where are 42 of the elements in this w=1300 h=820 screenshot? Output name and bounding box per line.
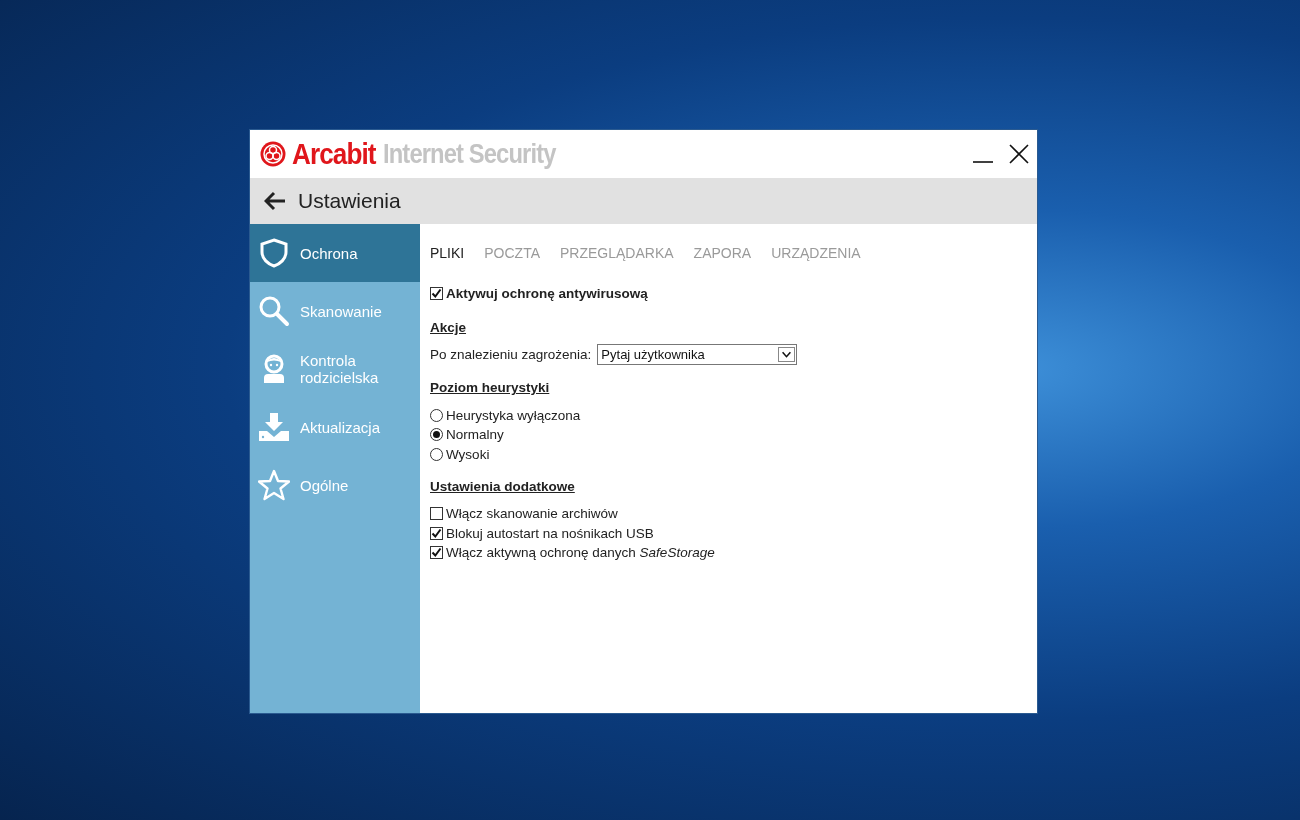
shield-icon [258,237,290,269]
tab[interactable]: PLIKI [430,245,465,261]
tab[interactable]: URZĄDZENIA [771,245,861,261]
star-icon [258,469,290,501]
section-heading: Akcje [430,319,468,337]
checkbox-label: Włącz aktywną ochronę danych SafeStorage [446,545,715,561]
sidebar-item[interactable]: Ochrona [250,224,420,282]
radio-button[interactable] [430,428,443,442]
tab[interactable]: ZAPORA [693,245,752,261]
checkbox-label: Aktywuj ochronę antywirusową [446,286,648,302]
sidebar-item[interactable]: Skanowanie [250,282,420,340]
sidebar-item[interactable]: Kontrola rodzicielska [250,340,420,398]
radio-label: Heurystyka wyłączona [446,407,581,423]
radio-button[interactable] [430,447,443,461]
biohazard-icon [260,141,286,167]
checkbox-label: Blokuj autostart na nośnikach USB [446,525,654,541]
product-name: Internet Security [382,138,556,170]
back-arrow-icon [264,191,286,211]
section-heading: Poziom heurystyki [430,379,551,397]
sidebar-item[interactable]: Ogólne [250,456,420,514]
tab[interactable]: POCZTA [484,245,540,261]
checkbox[interactable] [430,546,443,560]
search-icon [258,295,290,327]
threat-action-dropdown[interactable]: Pytaj użytkownika [597,344,798,365]
radio-label: Wysoki [446,446,490,462]
radio-button[interactable] [430,408,443,422]
sidebar-item[interactable]: Aktualizacja [250,398,420,456]
page-title: Ustawienia [298,189,401,213]
checkbox[interactable] [430,507,443,521]
close-icon [1009,144,1029,164]
tab[interactable]: PRZEGLĄDARKA [560,245,674,261]
caret-icon [778,347,796,362]
brand-name: Arcabit [292,137,376,171]
field-label: Po znalezieniu zagrożenia: [430,347,592,362]
checkbox[interactable] [430,526,443,540]
minimize-icon [973,161,993,163]
back-button[interactable] [264,191,286,211]
radio-label: Normalny [446,427,504,443]
checkbox[interactable] [430,287,443,301]
checkbox-label: Włącz skanowanie archiwów [446,506,618,522]
section-heading: Ustawienia dodatkowe [430,477,576,496]
download-icon [258,411,290,443]
